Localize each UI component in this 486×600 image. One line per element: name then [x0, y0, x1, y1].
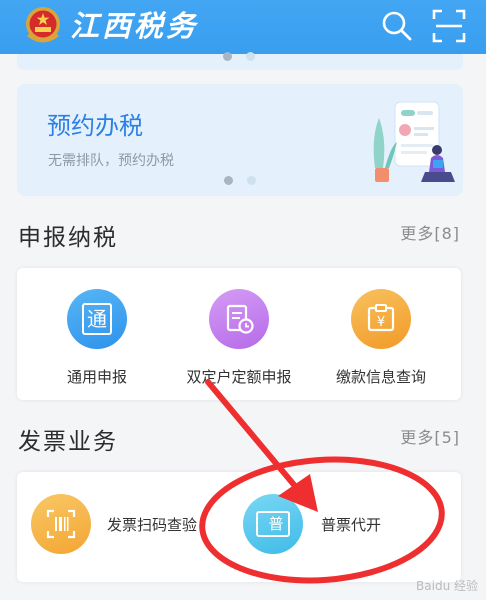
section-title-declare: 申报纳税 — [18, 225, 118, 251]
service-label: 发票扫码查验 — [107, 516, 198, 534]
svg-text:¥: ¥ — [377, 315, 385, 330]
yen-document-icon: ¥ — [367, 304, 395, 332]
service-label: 缴款信息查询 — [335, 368, 426, 386]
banner-title: 预约办税 — [47, 112, 143, 140]
declare-card: 通 通用申报 双定户定额申报 ¥ 缴款信息查询 — [17, 268, 461, 400]
general-invoice-icon: 普 — [243, 494, 303, 554]
search-button[interactable] — [380, 9, 414, 43]
scan-button[interactable] — [432, 9, 466, 43]
invoice-scan-icon — [31, 494, 91, 554]
payment-query-icon: ¥ — [351, 289, 411, 349]
more-link-invoice[interactable]: 更多[5] — [400, 424, 460, 448]
carousel-dot — [247, 176, 256, 185]
general-invoice-icon-glyph: 普 — [256, 511, 290, 537]
section-title-invoice: 发票业务 — [18, 429, 118, 455]
carousel-dot — [223, 52, 232, 61]
service-label: 通用申报 — [66, 368, 127, 386]
service-invoice-scan[interactable]: 发票扫码查验 — [31, 494, 231, 554]
appointment-illustration — [373, 101, 455, 182]
carousel-dot-active — [224, 176, 233, 185]
general-declare-icon: 通 — [67, 289, 127, 349]
app-header: 江西税务 — [0, 0, 486, 54]
general-declare-icon-glyph: 通 — [82, 303, 112, 335]
service-label: 普票代开 — [321, 516, 382, 534]
service-label: 双定户定额申报 — [186, 368, 292, 386]
national-emblem-icon — [26, 7, 60, 43]
search-icon — [382, 11, 412, 41]
barcode-scan-icon — [46, 509, 76, 539]
quota-declare-icon — [209, 289, 269, 349]
more-link-declare[interactable]: 更多[8] — [400, 220, 460, 244]
previous-banner[interactable] — [17, 52, 463, 70]
banner-subtitle: 无需排队，预约办税 — [48, 153, 174, 169]
appointment-banner[interactable]: 预约办税 无需排队，预约办税 — [17, 84, 463, 196]
service-payment-query[interactable]: ¥ 缴款信息查询 — [331, 289, 431, 387]
carousel-dot — [246, 52, 255, 61]
invoice-card: 发票扫码查验 普 普票代开 — [17, 472, 461, 582]
service-general-declare[interactable]: 通 通用申报 — [47, 289, 147, 387]
document-clock-icon — [226, 304, 254, 334]
scan-icon — [432, 9, 466, 43]
app-title: 江西税务 — [70, 9, 199, 43]
service-quota-declare[interactable]: 双定户定额申报 — [177, 289, 301, 387]
service-general-invoice[interactable]: 普 普票代开 — [243, 494, 423, 554]
watermark: Baidu 经验 — [416, 579, 478, 593]
